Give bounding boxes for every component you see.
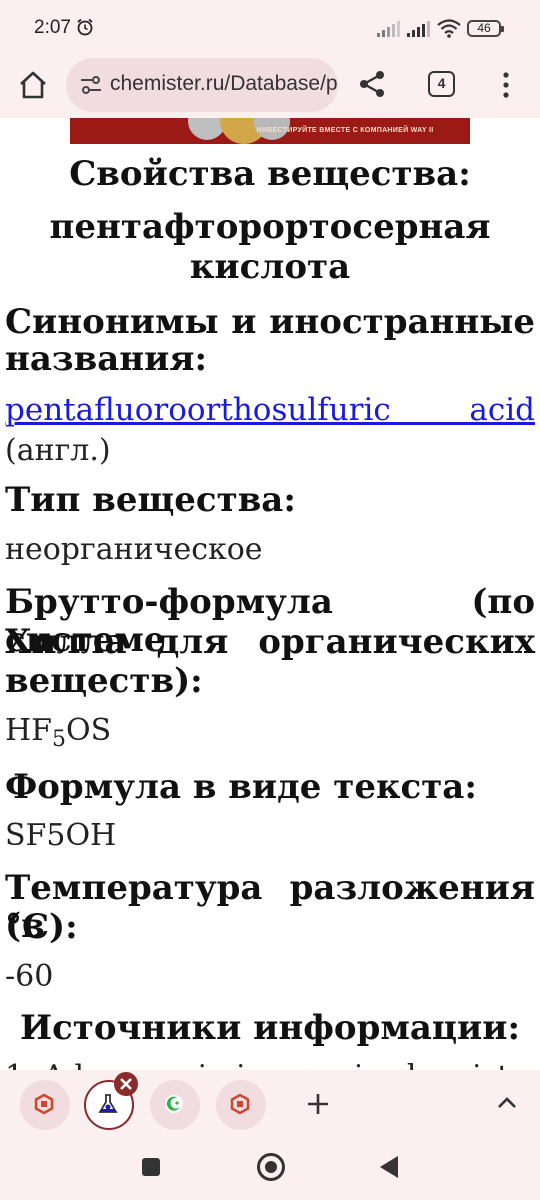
formula-subscript: 5 — [51, 727, 66, 752]
tab-thumbnail[interactable] — [216, 1080, 266, 1130]
synonym-language: (англ.) — [5, 433, 111, 468]
decomposition-value: -60 — [5, 959, 54, 994]
formula-label-cont: веществ): — [5, 661, 203, 701]
tab-switcher-button[interactable]: 4 — [428, 71, 455, 97]
type-label: Тип вещества: — [5, 480, 296, 520]
sources-entry-text: 1. Advances in inorganic chemistry and r… — [0, 1060, 540, 1070]
url-text: chemister.ru/Database/properties.php — [110, 72, 338, 95]
site-favicon-icon — [230, 1093, 250, 1115]
site-settings-icon[interactable] — [80, 75, 102, 95]
synonyms-label-cont: названия: — [5, 339, 208, 379]
tab-thumbnail[interactable] — [150, 1080, 200, 1130]
formula-part: HF — [5, 713, 52, 748]
chevron-up-icon[interactable] — [496, 1092, 518, 1114]
decomposition-label-cont: °C): — [5, 907, 78, 947]
text-formula-value: SF5OH — [5, 818, 117, 853]
tab-group-strip — [0, 1070, 540, 1136]
text-formula-label: Формула в виде текста: — [5, 767, 477, 807]
close-tab-icon[interactable] — [114, 1072, 138, 1096]
substance-name-line: кислота — [189, 247, 351, 287]
status-bar: 2:07 46 — [0, 0, 540, 56]
ad-text: ИНВЕСТИРУЙТЕ ВМЕСТЕ С КОМПАНИЕЙ WAY II — [256, 127, 434, 134]
browser-toolbar: chemister.ru/Database/properties.php 4 — [0, 56, 540, 118]
synonym-link[interactable]: pentafluoroorthosulfuric acid — [5, 391, 535, 429]
page-title: Свойства вещества: — [69, 154, 471, 194]
alarm-icon — [77, 18, 93, 36]
formula-part: OS — [65, 713, 112, 748]
formula-label-cont: Хилла для органических — [5, 622, 535, 662]
overflow-menu-icon[interactable] — [494, 70, 518, 100]
battery-indicator: 46 — [467, 20, 504, 37]
ad-banner[interactable]: ИНВЕСТИРУЙТЕ ВМЕСТЕ С КОМПАНИЕЙ WAY II — [70, 118, 470, 144]
site-favicon-icon — [34, 1093, 54, 1115]
sources-first-entry: 1. Advances in inorganic chemistry and r… — [0, 1060, 540, 1070]
share-icon[interactable] — [356, 68, 388, 100]
new-tab-plus-icon[interactable] — [306, 1092, 330, 1116]
system-navigation-bar — [0, 1136, 540, 1200]
home-button-icon[interactable] — [257, 1153, 285, 1181]
formula-value: HF5OS — [5, 713, 111, 758]
synonyms-label: Синонимы и иностранные — [5, 302, 535, 342]
wifi-icon — [437, 19, 461, 38]
substance-name-line: пентафторортосерная — [49, 207, 491, 247]
back-icon[interactable] — [380, 1156, 398, 1178]
type-value: неорганическое — [5, 532, 263, 567]
flask-favicon-icon — [98, 1094, 118, 1113]
substance-name: пентафторортосерная кислота — [0, 207, 540, 287]
signal-bars-sim2-icon — [407, 21, 430, 37]
tab-thumbnail[interactable] — [20, 1080, 70, 1130]
recent-apps-icon[interactable] — [142, 1158, 160, 1176]
home-icon[interactable] — [16, 68, 50, 102]
sources-heading: Источники информации: — [19, 1008, 521, 1048]
address-bar[interactable]: chemister.ru/Database/properties.php — [66, 58, 338, 112]
signal-bars-sim1-icon — [377, 21, 400, 37]
status-time: 2:07 — [34, 17, 71, 38]
crescent-favicon-icon — [165, 1095, 183, 1113]
